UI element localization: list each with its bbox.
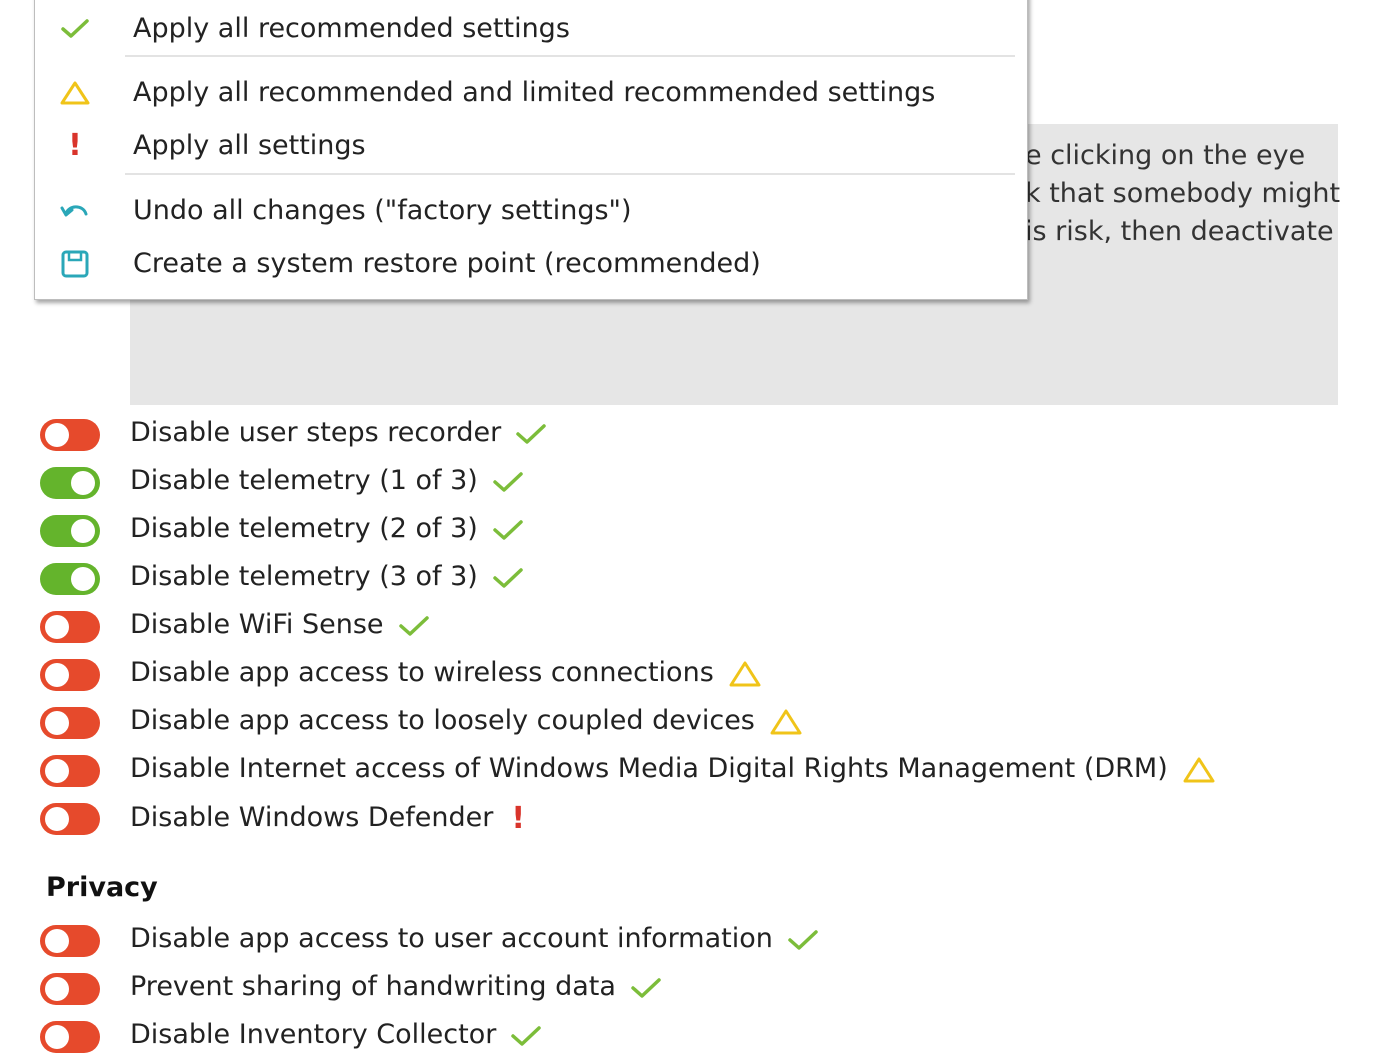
setting-label: Disable telemetry (2 of 3) [130, 513, 478, 544]
setting-row: Disable app access to user account infor… [40, 922, 1340, 962]
toggle-switch[interactable] [40, 707, 100, 739]
check-icon [398, 615, 429, 636]
toggle-switch[interactable] [40, 515, 100, 547]
menu-item-restore-point[interactable]: Create a system restore point (recommend… [35, 240, 1027, 288]
setting-label: Disable app access to user account infor… [130, 923, 773, 954]
menu-item-undo-all[interactable]: Undo all changes ("factory settings") [35, 187, 1027, 235]
menu-item-label: Apply all recommended and limited recomm… [133, 77, 936, 108]
setting-row: Disable telemetry (2 of 3) [40, 512, 1340, 552]
menu-item-label: Create a system restore point (recommend… [133, 248, 761, 279]
toggle-switch[interactable] [40, 1021, 100, 1053]
setting-label: Disable user steps recorder [130, 417, 502, 448]
setting-row: Disable telemetry (1 of 3) [40, 464, 1340, 504]
setting-label: Disable app access to wireless connectio… [130, 657, 714, 688]
setting-row: Disable app access to loosely coupled de… [40, 704, 1340, 744]
setting-label: Disable telemetry (1 of 3) [130, 465, 478, 496]
warning-triangle-icon [729, 661, 761, 686]
warning-triangle-icon [770, 709, 802, 734]
menu-separator [125, 173, 1015, 175]
actions-menu: Apply all recommended settings Apply all… [34, 0, 1028, 300]
setting-row: Disable app access to wireless connectio… [40, 656, 1340, 696]
toggle-switch[interactable] [40, 659, 100, 691]
toggle-switch[interactable] [40, 973, 100, 1005]
toggle-switch[interactable] [40, 467, 100, 499]
check-icon [57, 9, 93, 49]
toggle-switch[interactable] [40, 755, 100, 787]
toggle-switch[interactable] [40, 419, 100, 451]
exclamation-icon: ! [511, 801, 526, 836]
setting-row: Disable WiFi Sense [40, 608, 1340, 648]
setting-row: Disable Inventory Collector [40, 1018, 1340, 1058]
menu-item-apply-all[interactable]: ! Apply all settings [35, 122, 1027, 170]
menu-item-apply-limited[interactable]: Apply all recommended and limited recomm… [35, 69, 1027, 117]
info-panel-line: is risk, then deactivate [1025, 216, 1334, 247]
menu-item-label: Apply all settings [133, 130, 366, 161]
check-icon [493, 567, 523, 588]
setting-row: Disable Internet access of Windows Media… [40, 752, 1340, 792]
setting-label: Disable Windows Defender [130, 802, 494, 833]
warning-triangle-icon [57, 73, 93, 113]
setting-label: Disable Internet access of Windows Media… [130, 753, 1168, 784]
check-icon [631, 977, 661, 998]
menu-separator [125, 55, 1015, 57]
menu-item-label: Undo all changes ("factory settings") [133, 195, 632, 226]
menu-item-label: Apply all recommended settings [133, 13, 570, 44]
check-icon [516, 423, 546, 444]
check-icon [493, 519, 523, 540]
check-icon [511, 1025, 542, 1046]
setting-row: Disable Windows Defender! [40, 800, 1340, 840]
setting-label: Disable Inventory Collector [130, 1019, 497, 1050]
setting-row: Disable telemetry (3 of 3) [40, 560, 1340, 600]
toggle-switch[interactable] [40, 563, 100, 595]
setting-row: Disable user steps recorder [40, 416, 1340, 456]
section-heading-privacy: Privacy [46, 872, 158, 903]
toggle-switch[interactable] [40, 925, 100, 957]
exclamation-icon: ! [68, 128, 82, 163]
save-icon [57, 244, 93, 284]
setting-label: Disable WiFi Sense [130, 609, 384, 640]
warning-triangle-icon [1183, 757, 1215, 782]
info-panel-line: k that somebody might [1025, 178, 1341, 209]
toggle-switch[interactable] [40, 611, 100, 643]
setting-label: Disable app access to loosely coupled de… [130, 705, 755, 736]
setting-label: Prevent sharing of handwriting data [130, 971, 616, 1002]
setting-label: Disable telemetry (3 of 3) [130, 561, 478, 592]
info-panel-line: e clicking on the eye [1025, 140, 1306, 171]
toggle-switch[interactable] [40, 803, 100, 835]
check-icon [788, 929, 818, 950]
menu-item-apply-recommended[interactable]: Apply all recommended settings [35, 5, 1027, 53]
check-icon [493, 471, 523, 492]
setting-row: Prevent sharing of handwriting data [40, 970, 1340, 1010]
undo-icon [57, 191, 93, 231]
